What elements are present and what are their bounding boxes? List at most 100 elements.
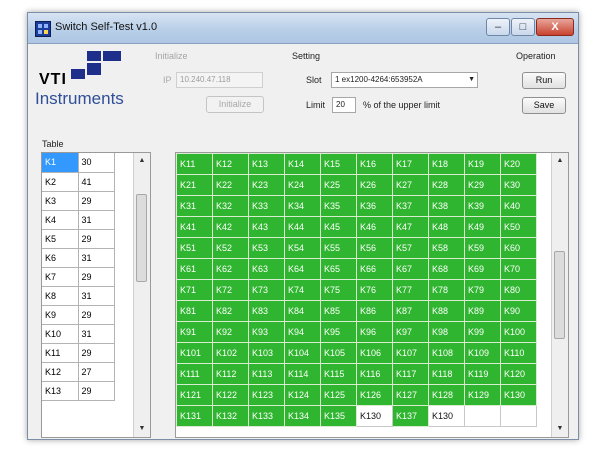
relay-cell[interactable]: K18	[428, 153, 465, 175]
relay-cell[interactable]: K94	[284, 321, 321, 343]
relay-cell[interactable]: K75	[320, 279, 357, 301]
relay-cell[interactable]: K129	[464, 384, 501, 406]
table-row[interactable]: K1 30	[42, 153, 115, 173]
table-row[interactable]: K6 31	[42, 248, 115, 268]
relay-cell[interactable]: K48	[428, 216, 465, 238]
relay-cell[interactable]: K65	[320, 258, 357, 280]
relay-cell[interactable]: K87	[392, 300, 429, 322]
relay-name-cell[interactable]: K7	[42, 267, 79, 287]
relay-value-cell[interactable]: 27	[78, 362, 115, 382]
relay-cell[interactable]: K107	[392, 342, 429, 364]
relay-cell[interactable]: K80	[500, 279, 537, 301]
relay-value-cell[interactable]: 41	[78, 172, 115, 192]
relay-cell[interactable]: K99	[464, 321, 501, 343]
relay-cell[interactable]: K56	[356, 237, 393, 259]
relay-value-cell[interactable]: 29	[78, 229, 115, 249]
relay-cell[interactable]: K39	[464, 195, 501, 217]
scrollbar-thumb[interactable]	[136, 194, 147, 282]
relay-cell[interactable]: K15	[320, 153, 357, 175]
relay-cell[interactable]: K122	[212, 384, 249, 406]
relay-cell[interactable]: K73	[248, 279, 285, 301]
relay-cell[interactable]: K104	[284, 342, 321, 364]
relay-cell[interactable]: K137	[392, 405, 429, 427]
table-row[interactable]: K4 31	[42, 210, 115, 230]
close-button[interactable]: X	[536, 18, 574, 36]
relay-cell[interactable]: K38	[428, 195, 465, 217]
relay-value-cell[interactable]: 30	[78, 153, 115, 173]
relay-cell[interactable]: K45	[320, 216, 357, 238]
relay-cell[interactable]: K11	[176, 153, 213, 175]
relay-cell[interactable]: K68	[428, 258, 465, 280]
relay-cell[interactable]: K133	[248, 405, 285, 427]
relay-cell[interactable]: K126	[356, 384, 393, 406]
relay-cell[interactable]: K12	[212, 153, 249, 175]
relay-cell[interactable]: K62	[212, 258, 249, 280]
relay-cell[interactable]: K121	[176, 384, 213, 406]
relay-cell[interactable]: K30	[500, 174, 537, 196]
relay-name-cell[interactable]: K13	[42, 381, 79, 401]
table-row[interactable]: K3 29	[42, 191, 115, 211]
relay-cell[interactable]: K93	[248, 321, 285, 343]
table-row[interactable]: K7 29	[42, 267, 115, 287]
relay-cell[interactable]: K134	[284, 405, 321, 427]
relay-cell[interactable]: K116	[356, 363, 393, 385]
relay-cell[interactable]: K91	[176, 321, 213, 343]
relay-cell[interactable]: K59	[464, 237, 501, 259]
table-row[interactable]: K9 29	[42, 305, 115, 325]
table-row[interactable]: K12 27	[42, 362, 115, 382]
relay-name-cell[interactable]: K4	[42, 210, 79, 230]
scroll-up-icon[interactable]: ▲	[552, 153, 568, 169]
relay-grid-scrollbar[interactable]: ▲ ▼	[551, 153, 568, 437]
relay-cell[interactable]: K89	[464, 300, 501, 322]
relay-cell[interactable]: K114	[284, 363, 321, 385]
relay-cell[interactable]: K22	[212, 174, 249, 196]
relay-cell[interactable]: K19	[464, 153, 501, 175]
relay-cell[interactable]: K103	[248, 342, 285, 364]
relay-cell[interactable]: K24	[284, 174, 321, 196]
relay-value-cell[interactable]: 29	[78, 381, 115, 401]
relay-cell[interactable]: K118	[428, 363, 465, 385]
relay-cell[interactable]: K135	[320, 405, 357, 427]
relay-cell[interactable]: K23	[248, 174, 285, 196]
relay-value-cell[interactable]: 29	[78, 267, 115, 287]
relay-cell[interactable]: K85	[320, 300, 357, 322]
relay-cell[interactable]: K84	[284, 300, 321, 322]
relay-cell[interactable]: K74	[284, 279, 321, 301]
relay-cell[interactable]: K71	[176, 279, 213, 301]
relay-cell[interactable]: K42	[212, 216, 249, 238]
relay-cell[interactable]: K53	[248, 237, 285, 259]
relay-cell[interactable]: K64	[284, 258, 321, 280]
relay-cell[interactable]: K132	[212, 405, 249, 427]
relay-cell[interactable]: K112	[212, 363, 249, 385]
initialize-button[interactable]: Initialize	[206, 96, 264, 113]
relay-name-cell[interactable]: K10	[42, 324, 79, 344]
table-row[interactable]: K5 29	[42, 229, 115, 249]
relay-cell[interactable]: K124	[284, 384, 321, 406]
relay-name-cell[interactable]: K5	[42, 229, 79, 249]
relay-cell[interactable]: K28	[428, 174, 465, 196]
relay-cell[interactable]: K67	[392, 258, 429, 280]
relay-cell[interactable]: K58	[428, 237, 465, 259]
relay-cell[interactable]: K36	[356, 195, 393, 217]
relay-cell[interactable]: K35	[320, 195, 357, 217]
relay-cell[interactable]: K13	[248, 153, 285, 175]
relay-cell[interactable]	[464, 405, 501, 427]
relay-cell[interactable]: K97	[392, 321, 429, 343]
relay-cell[interactable]: K27	[392, 174, 429, 196]
table-row[interactable]: K11 29	[42, 343, 115, 363]
summary-table[interactable]: K1 30 K2 41 K3 29 K4 31 K5 29 K6 31 K7 29 K8 31 K9 29 K10 3…	[41, 152, 151, 438]
relay-cell[interactable]: K70	[500, 258, 537, 280]
relay-cell[interactable]: K77	[392, 279, 429, 301]
relay-cell[interactable]: K92	[212, 321, 249, 343]
maximize-button[interactable]: □	[511, 18, 535, 36]
relay-cell[interactable]: K51	[176, 237, 213, 259]
relay-cell[interactable]: K20	[500, 153, 537, 175]
relay-cell[interactable]: K26	[356, 174, 393, 196]
relay-grid[interactable]: K11 K12 K13 K14 K15 K16 K17 K18 K19 K20 K21 K22 K23 K…	[175, 152, 569, 438]
relay-cell[interactable]: K81	[176, 300, 213, 322]
relay-cell[interactable]: K83	[248, 300, 285, 322]
relay-cell[interactable]: K50	[500, 216, 537, 238]
relay-cell[interactable]: K82	[212, 300, 249, 322]
relay-cell[interactable]: K33	[248, 195, 285, 217]
relay-name-cell[interactable]: K12	[42, 362, 79, 382]
